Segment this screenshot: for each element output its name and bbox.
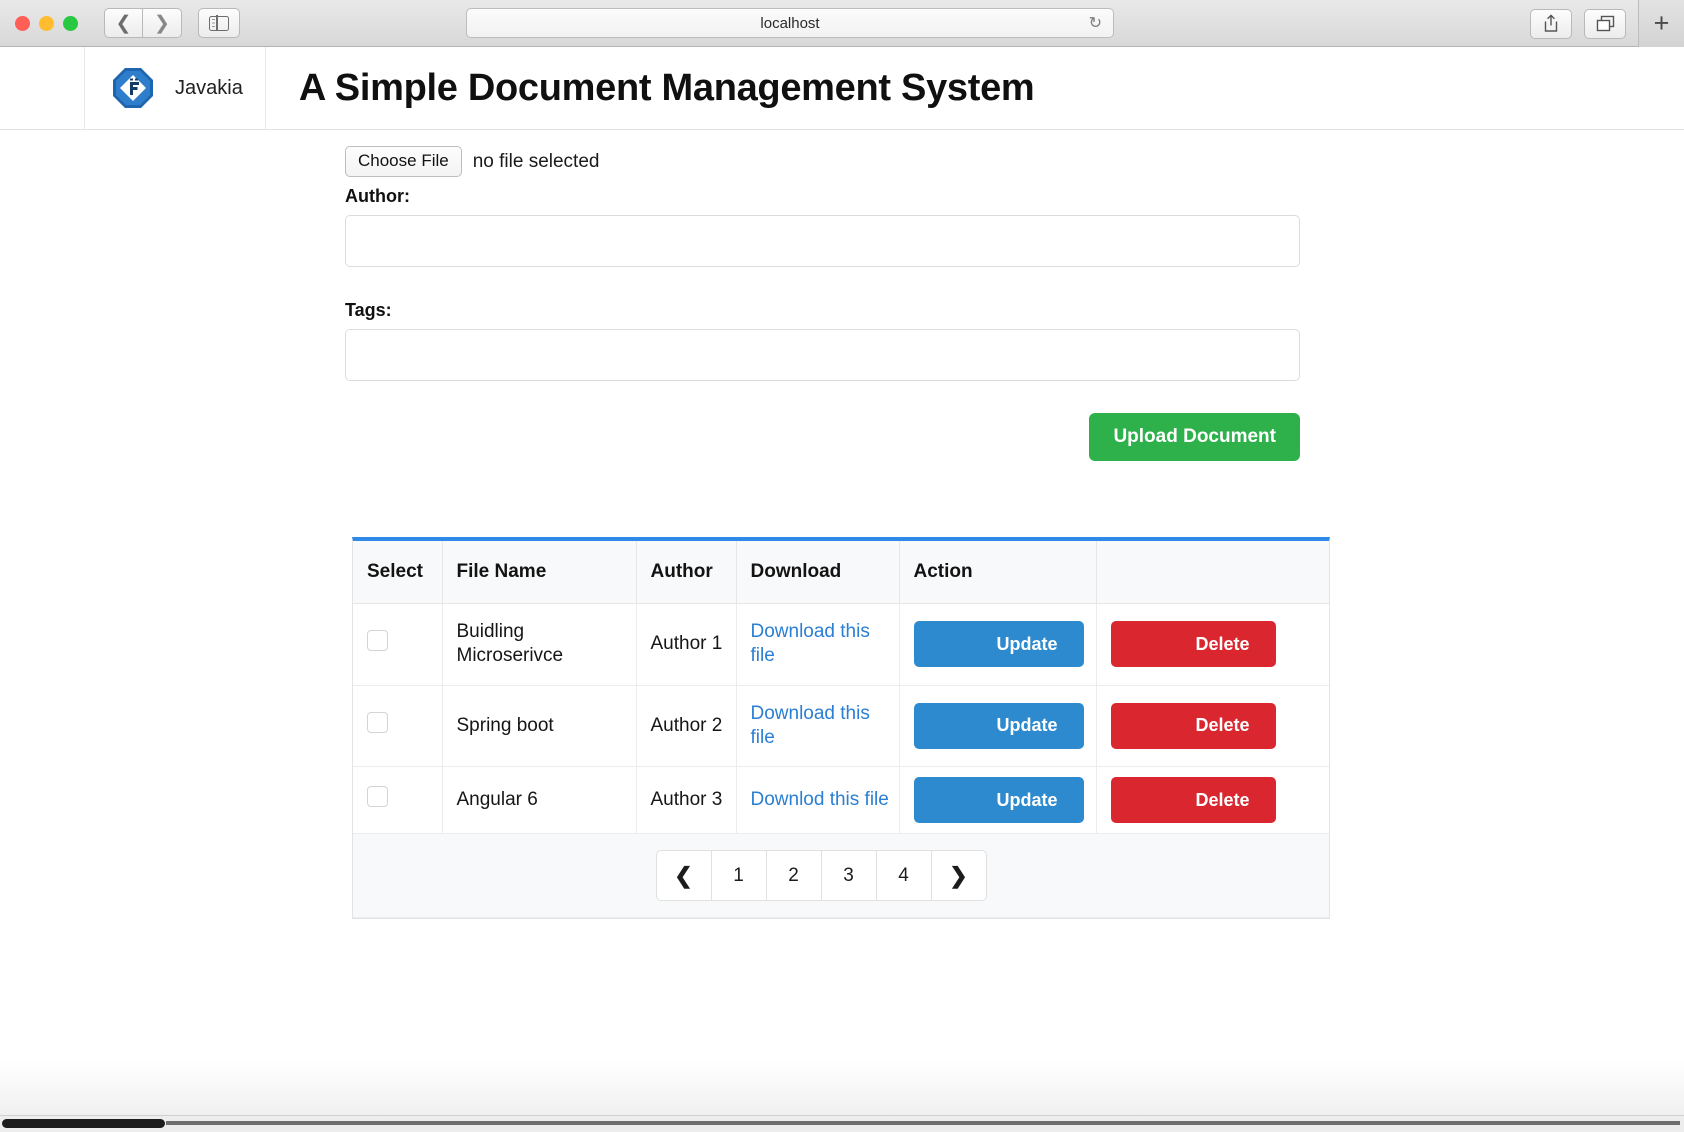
pagination-page-3[interactable]: 3: [820, 850, 877, 902]
tags-input[interactable]: [345, 329, 1300, 381]
maximize-window-button[interactable]: [63, 15, 78, 31]
pagination-cell: ❮ 1 2 3 4 ❯: [353, 833, 1329, 919]
column-header-file-name: File Name: [442, 541, 637, 604]
row-author: Author 3: [636, 766, 737, 835]
pagination-next[interactable]: ❯: [930, 850, 987, 902]
row-download-cell: Downlod this file: [736, 766, 900, 835]
tags-label: Tags:: [345, 300, 392, 320]
upload-button-row: Upload Document: [345, 413, 1300, 461]
page-title: A Simple Document Management System: [298, 66, 1035, 109]
brand-name: Javakia: [175, 76, 243, 99]
chrome-right-controls: +: [1530, 0, 1684, 47]
download-link[interactable]: Download this file: [751, 621, 870, 666]
table-header-row: Select File Name Author Download Action: [353, 541, 1329, 604]
table-body: Buidling Microserivce Author 1 Download …: [353, 603, 1329, 919]
tab-overview-button[interactable]: [1584, 8, 1626, 39]
horizontal-scrollbar[interactable]: [0, 1115, 1684, 1132]
choose-file-button[interactable]: Choose File: [345, 146, 462, 177]
address-bar[interactable]: localhost ↻: [466, 8, 1114, 38]
pagination-prev[interactable]: ❮: [655, 850, 712, 902]
brand[interactable]: Javakia: [85, 47, 266, 129]
delete-button[interactable]: Delete: [1110, 621, 1276, 668]
documents-table-element: Select File Name Author Download Action …: [353, 541, 1329, 919]
update-button[interactable]: Update: [913, 621, 1084, 668]
row-select-checkbox[interactable]: [367, 711, 388, 733]
delete-button[interactable]: Delete: [1110, 777, 1276, 824]
pagination-page-4[interactable]: 4: [875, 850, 932, 902]
minimize-window-button[interactable]: [39, 15, 54, 31]
back-button[interactable]: ❮: [104, 8, 143, 38]
horizontal-scrollbar-thumb[interactable]: [2, 1119, 165, 1128]
chevron-right-icon: ❯: [154, 12, 170, 34]
download-link[interactable]: Downlod this file: [751, 789, 889, 810]
plus-icon: +: [1653, 8, 1670, 38]
sidebar-toggle-icon: [209, 14, 229, 32]
row-select-cell: [353, 766, 443, 835]
tab-overview-icon: [1596, 15, 1614, 32]
upload-document-button[interactable]: Upload Document: [1089, 413, 1300, 461]
page-bottom-fade: [0, 1060, 1684, 1115]
javakia-logo-icon: [113, 68, 153, 108]
row-select-cell: [353, 685, 443, 768]
column-header-action: Action: [899, 541, 1097, 604]
download-link[interactable]: Download this file: [751, 703, 870, 748]
row-delete-cell: Delete: [1096, 685, 1329, 768]
pagination-page-2[interactable]: 2: [765, 850, 822, 902]
share-button[interactable]: [1530, 8, 1572, 39]
row-select-cell: [353, 603, 443, 686]
row-author: Author 2: [636, 685, 737, 768]
table-row: Buidling Microserivce Author 1 Download …: [353, 603, 1329, 686]
documents-table: Select File Name Author Download Action …: [352, 537, 1330, 920]
author-label: Author:: [345, 186, 410, 206]
share-icon: [1544, 14, 1558, 32]
navbar-left-spacer: [0, 47, 85, 129]
chevron-left-icon: ❮: [115, 12, 132, 34]
row-file-name: Angular 6: [442, 766, 637, 835]
row-file-name: Spring boot: [442, 685, 637, 768]
row-author: Author 1: [636, 603, 737, 686]
row-select-checkbox[interactable]: [367, 630, 388, 652]
sidebar-toggle-button[interactable]: [198, 8, 240, 38]
row-action-cell: Update: [899, 603, 1097, 686]
row-action-cell: Update: [899, 766, 1097, 835]
browser-chrome: ❮ ❯ localhost ↻ +: [0, 0, 1684, 47]
author-input[interactable]: [345, 215, 1300, 267]
column-header-select: Select: [353, 541, 443, 604]
pagination: ❮ 1 2 3 4 ❯: [313, 850, 1329, 902]
row-file-name: Buidling Microserivce: [442, 603, 637, 686]
update-button[interactable]: Update: [913, 777, 1084, 824]
form-spacer: [345, 267, 1300, 300]
forward-button[interactable]: ❯: [143, 8, 182, 38]
row-download-cell: Download this file: [736, 685, 900, 768]
app-navbar: Javakia A Simple Document Management Sys…: [0, 47, 1684, 130]
table-head: Select File Name Author Download Action: [353, 541, 1329, 604]
pagination-page-1[interactable]: 1: [710, 850, 767, 902]
pagination-row: ❮ 1 2 3 4 ❯: [353, 833, 1329, 919]
row-delete-cell: Delete: [1096, 766, 1329, 835]
navigation-buttons: ❮ ❯: [104, 8, 182, 38]
update-button[interactable]: Update: [913, 702, 1084, 749]
table-row: Angular 6 Author 3 Downlod this file Upd…: [353, 766, 1329, 835]
window-traffic-lights: [15, 15, 78, 31]
row-action-cell: Update: [899, 685, 1097, 768]
file-picker-row: Choose File no file selected: [345, 146, 1300, 177]
row-download-cell: Download this file: [736, 603, 900, 686]
main-content: Choose File no file selected Author: Tag…: [0, 130, 1684, 920]
file-status-text: no file selected: [472, 150, 600, 172]
column-header-delete: [1096, 541, 1329, 604]
reload-icon[interactable]: ↻: [1089, 13, 1102, 33]
table-row: Spring boot Author 2 Download this file …: [353, 685, 1329, 768]
delete-button[interactable]: Delete: [1110, 702, 1276, 749]
horizontal-scrollbar-track[interactable]: [166, 1121, 1680, 1125]
close-window-button[interactable]: [15, 15, 30, 31]
column-header-download: Download: [736, 541, 900, 604]
row-delete-cell: Delete: [1096, 603, 1329, 686]
new-tab-button[interactable]: +: [1638, 0, 1684, 47]
row-select-checkbox[interactable]: [367, 786, 388, 808]
upload-form: Choose File no file selected Author: Tag…: [345, 146, 1300, 461]
url-text: localhost: [760, 14, 820, 32]
column-header-author: Author: [636, 541, 737, 604]
